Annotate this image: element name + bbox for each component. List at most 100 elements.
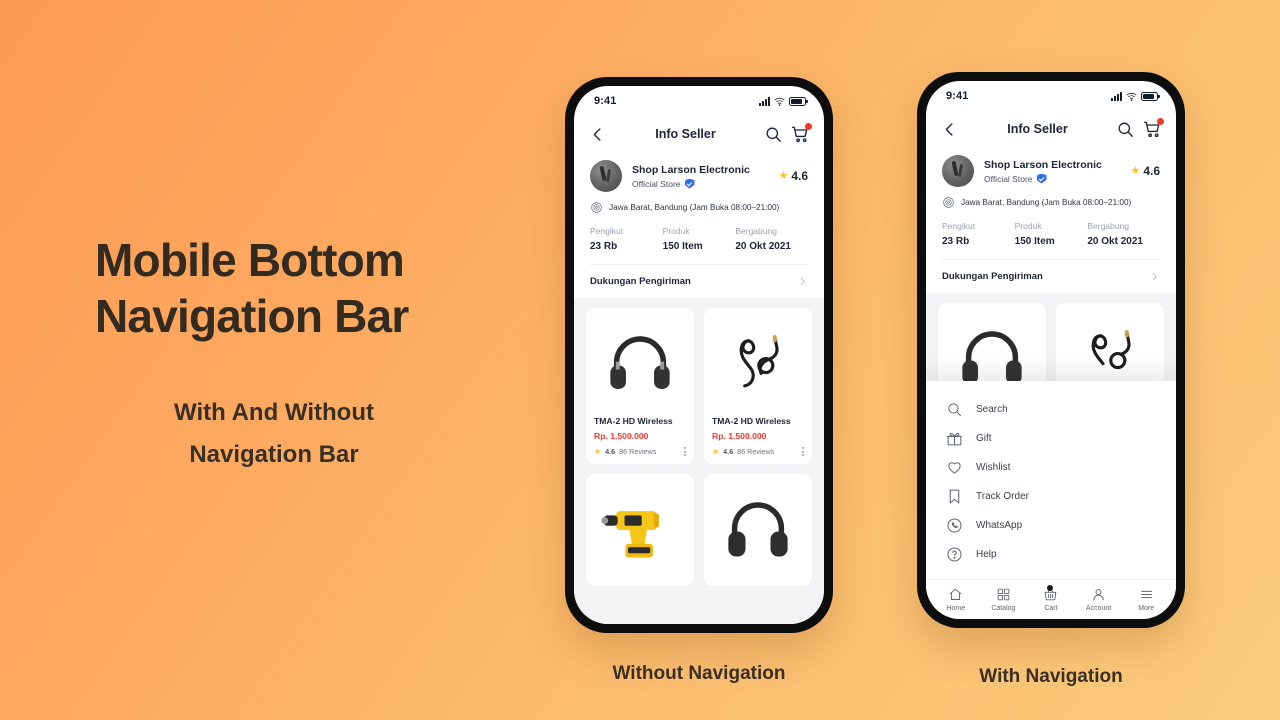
stat-value: 23 Rb <box>942 236 970 247</box>
stat-label: Pengikut <box>590 226 624 236</box>
cart-button[interactable] <box>1143 117 1164 139</box>
promo-subtitle: With And Without Navigation Bar <box>95 392 453 476</box>
person-icon <box>1093 589 1104 601</box>
menu-item-wishlist[interactable]: Wishlist <box>926 453 1176 482</box>
product-card[interactable]: TMA-2 HD Wireless Rp. 1.500.000 ★ 4.6 86… <box>586 308 694 464</box>
product-card[interactable] <box>586 474 694 586</box>
menu-item-label: Track Order <box>976 491 1029 502</box>
nav-item-account[interactable]: Account <box>1075 587 1123 612</box>
search-icon[interactable] <box>764 125 783 144</box>
official-store-label: Official Store <box>984 173 1033 184</box>
cart-button[interactable] <box>791 122 812 144</box>
chevron-left-icon[interactable] <box>940 120 959 139</box>
status-bar: 9:41 <box>926 81 1176 111</box>
menu-item-label: WhatsApp <box>976 520 1023 531</box>
stat-pengikut: Pengikut 23 Rb <box>590 226 663 252</box>
more-options-icon[interactable] <box>802 447 804 456</box>
menu-item-search[interactable]: Search <box>926 395 1176 424</box>
status-time: 9:41 <box>594 95 617 107</box>
stat-label: Pengikut <box>942 221 976 231</box>
product-price: Rp. 1.500.000 <box>594 431 649 441</box>
more-options-icon[interactable] <box>684 447 686 456</box>
nav-item-home[interactable]: Home <box>932 587 980 612</box>
nav-item-label: Home <box>946 605 966 612</box>
question-circle-icon <box>947 547 962 562</box>
battery-icon <box>1141 91 1160 101</box>
app-header: Info Seller <box>926 111 1176 147</box>
menu-item-track-order[interactable]: Track Order <box>926 482 1176 511</box>
caption-without-navigation: Without Navigation <box>612 663 786 684</box>
earphone-cable-icon <box>739 335 779 388</box>
nav-item-cart[interactable]: Cart <box>1027 585 1075 612</box>
chevron-right-icon <box>1152 272 1157 281</box>
product-reviews: 86 Reviews <box>619 447 657 456</box>
stat-label: Bergabung <box>1087 221 1129 231</box>
drill-icon <box>601 511 659 558</box>
wifi-icon <box>1126 92 1137 101</box>
product-meta: ★ 4.6 86 Reviews <box>712 447 804 456</box>
stat-produk: Produk 150 Item <box>1015 221 1088 247</box>
product-card[interactable] <box>704 474 812 586</box>
stat-label: Bergabung <box>735 226 777 236</box>
phone-mockup-with-navigation: 9:41 Info Seller Shop Larson Electronic … <box>917 72 1185 628</box>
product-rating: 4.6 <box>605 447 616 456</box>
seller-header-row: Shop Larson Electronic Official Store ★ … <box>942 155 1160 187</box>
shipping-support-label: Dukungan Pengiriman <box>942 271 1043 282</box>
stat-value: 20 Okt 2021 <box>1087 236 1143 247</box>
product-card[interactable]: TMA-2 HD Wireless Rp. 1.500.000 ★ 4.6 86… <box>704 308 812 464</box>
star-icon: ★ <box>712 446 720 456</box>
chevron-left-icon[interactable] <box>588 125 607 144</box>
title-line-1: Mobile Bottom <box>95 234 405 286</box>
battery-icon <box>789 96 808 106</box>
status-bar: 9:41 <box>574 86 824 116</box>
home-icon <box>950 588 962 600</box>
product-image <box>594 482 686 578</box>
nav-item-catalog[interactable]: Catalog <box>980 587 1028 612</box>
chevron-right-icon <box>800 277 805 286</box>
headphones-icon <box>728 502 788 557</box>
seller-rating-value: 4.6 <box>1143 164 1160 178</box>
hamburger-icon <box>1140 590 1152 599</box>
stat-bergabung: Bergabung 20 Okt 2021 <box>1087 221 1160 247</box>
page-title: Mobile Bottom Navigation Bar <box>95 232 515 344</box>
shipping-support-row[interactable]: Dukungan Pengiriman <box>942 260 1160 293</box>
seller-rating: ★ 4.6 <box>778 169 808 183</box>
search-icon[interactable] <box>1116 120 1135 139</box>
promo-block: Mobile Bottom Navigation Bar With And Wi… <box>95 232 515 476</box>
seller-info-card: Shop Larson Electronic Official Store ★ … <box>574 152 824 298</box>
product-title: TMA-2 HD Wireless <box>594 416 673 426</box>
seller-rating: ★ 4.6 <box>1130 164 1160 178</box>
nav-item-more[interactable]: More <box>1122 587 1170 612</box>
menu-item-help[interactable]: Help <box>926 540 1176 569</box>
seller-stats: Pengikut 23 Rb Produk 150 Item Bergabung… <box>942 221 1160 247</box>
seller-name: Shop Larson Electronic <box>632 163 750 176</box>
shipping-support-row[interactable]: Dukungan Pengiriman <box>590 265 808 298</box>
page-title-header: Info Seller <box>655 127 716 141</box>
product-title: TMA-2 HD Wireless <box>712 416 791 426</box>
bookmark-icon <box>949 489 960 504</box>
menu-item-gift[interactable]: Gift <box>926 424 1176 453</box>
menu-item-whatsapp[interactable]: WhatsApp <box>926 511 1176 540</box>
cart-badge <box>805 122 812 130</box>
avatar <box>942 155 974 187</box>
cart-badge <box>1157 117 1164 125</box>
stat-pengikut: Pengikut 23 Rb <box>942 221 1015 247</box>
seller-name: Shop Larson Electronic <box>984 158 1102 171</box>
seller-header-row: Shop Larson Electronic Official Store ★ … <box>590 160 808 192</box>
menu-item-label: Wishlist <box>976 462 1011 473</box>
product-price: Rp. 1.500.000 <box>712 431 767 441</box>
stat-bergabung: Bergabung 20 Okt 2021 <box>735 226 808 252</box>
subtitle-line-1: With And Without <box>174 399 374 427</box>
signal-icon <box>759 96 770 106</box>
wifi-icon <box>774 97 785 106</box>
stat-value: 150 Item <box>662 241 703 252</box>
title-line-2: Navigation Bar <box>95 290 409 343</box>
seller-location-row: Jawa Barat, Bandung (Jam Buka 08:00–21:0… <box>590 201 808 214</box>
product-meta: ★ 4.6 86 Reviews <box>594 447 686 456</box>
seller-identity: Shop Larson Electronic Official Store <box>984 159 1102 184</box>
stat-value: 20 Okt 2021 <box>735 241 791 252</box>
nav-item-label: Cart <box>1044 605 1058 612</box>
product-image <box>594 316 686 412</box>
page-title-header: Info Seller <box>1007 122 1068 136</box>
caption-with-navigation: With Navigation <box>979 666 1123 687</box>
